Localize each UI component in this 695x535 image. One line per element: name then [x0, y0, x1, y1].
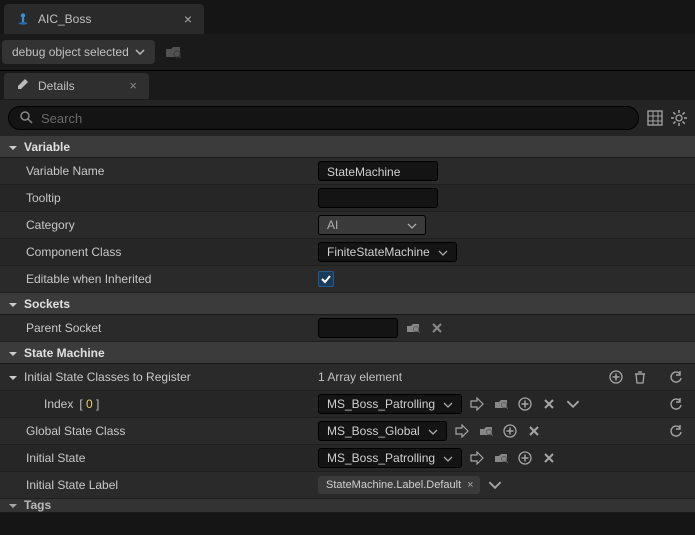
blueprint-icon — [16, 12, 30, 26]
browse-asset-icon[interactable] — [492, 449, 510, 467]
global-state-class-label: Global State Class — [0, 424, 318, 438]
asset-tab-title: AIC_Boss — [38, 12, 91, 26]
create-new-icon[interactable] — [516, 395, 534, 413]
row-parent-socket: Parent Socket — [0, 315, 695, 342]
section-variable[interactable]: Variable — [0, 136, 695, 158]
use-selected-icon[interactable] — [453, 422, 471, 440]
tag-dropdown-icon[interactable] — [486, 476, 504, 494]
editable-inherited-checkbox[interactable] — [318, 271, 334, 287]
element-menu-icon[interactable] — [564, 395, 582, 413]
debug-object-dropdown[interactable]: debug object selected — [2, 40, 155, 64]
variable-name-input[interactable]: StateMachine — [318, 161, 438, 181]
global-state-class-dropdown[interactable]: MS_Boss_Global — [318, 421, 447, 441]
row-initial-state-classes: Initial State Classes to Register 1 Arra… — [0, 364, 695, 391]
component-class-label: Component Class — [0, 245, 318, 259]
editable-inherited-label: Editable when Inherited — [0, 272, 318, 286]
remove-tag-icon[interactable]: × — [467, 479, 473, 491]
initial-state-dropdown[interactable]: MS_Boss_Patrolling — [318, 448, 462, 468]
details-search-input[interactable] — [41, 111, 628, 126]
initial-state-label-label: Initial State Label — [0, 478, 318, 492]
chevron-down-icon — [407, 220, 417, 230]
browse-asset-icon[interactable] — [492, 395, 510, 413]
chevron-down-icon — [438, 247, 448, 257]
tooltip-input[interactable] — [318, 188, 438, 208]
close-tab-icon[interactable]: × — [184, 11, 192, 27]
details-search-box — [8, 106, 639, 130]
initial-state-label: Initial State — [0, 451, 318, 465]
section-statemachine[interactable]: State Machine — [0, 342, 695, 364]
debug-object-label: debug object selected — [12, 45, 129, 59]
create-new-icon[interactable] — [501, 422, 519, 440]
component-class-dropdown[interactable]: FiniteStateMachine — [318, 242, 457, 262]
clear-socket-icon[interactable] — [428, 319, 446, 337]
gameplay-tag-value: StateMachine.Label.Default — [326, 479, 461, 491]
toolbar: debug object selected — [0, 34, 695, 70]
tooltip-label: Tooltip — [0, 191, 318, 205]
browse-icon[interactable] — [165, 44, 181, 60]
section-sockets[interactable]: Sockets — [0, 293, 695, 315]
row-initial-state-label: Initial State Label StateMachine.Label.D… — [0, 472, 695, 499]
row-array-index-0: Index [ 0 ] MS_Boss_Patrolling — [0, 391, 695, 418]
create-new-icon[interactable] — [516, 449, 534, 467]
array-add-icon[interactable] — [607, 368, 625, 386]
parent-socket-label: Parent Socket — [0, 321, 318, 335]
details-search-row — [0, 100, 695, 136]
section-statemachine-label: State Machine — [24, 346, 105, 360]
editor-tab-bar: AIC_Boss × — [0, 0, 695, 34]
browse-asset-icon[interactable] — [477, 422, 495, 440]
property-matrix-icon[interactable] — [647, 110, 663, 126]
row-tooltip: Tooltip — [0, 185, 695, 212]
array-index-0-value: MS_Boss_Patrolling — [327, 397, 435, 411]
array-index-label: Index [ 0 ] — [0, 397, 318, 411]
row-editable-inherited: Editable when Inherited — [0, 266, 695, 293]
initial-state-value: MS_Boss_Patrolling — [327, 451, 435, 465]
chevron-down-icon — [428, 426, 438, 436]
reset-icon[interactable] — [667, 395, 685, 413]
clear-icon[interactable] — [540, 395, 558, 413]
details-tab[interactable]: Details × — [4, 73, 149, 99]
row-global-state-class: Global State Class MS_Boss_Global — [0, 418, 695, 445]
component-class-value: FiniteStateMachine — [327, 245, 430, 259]
clear-icon[interactable] — [525, 422, 543, 440]
reset-icon[interactable] — [667, 422, 685, 440]
reset-icon[interactable] — [667, 368, 685, 386]
array-element-count: 1 Array element — [318, 370, 402, 384]
collapse-icon — [8, 500, 18, 510]
section-variable-label: Variable — [24, 140, 70, 154]
details-pencil-icon — [16, 77, 30, 94]
category-label: Category — [0, 218, 318, 232]
collapse-icon[interactable] — [8, 372, 18, 382]
row-category: Category AI — [0, 212, 695, 239]
variable-name-label: Variable Name — [0, 164, 318, 178]
row-variable-name: Variable Name StateMachine — [0, 158, 695, 185]
collapse-icon — [8, 299, 18, 309]
section-sockets-label: Sockets — [24, 297, 70, 311]
global-state-class-value: MS_Boss_Global — [327, 424, 420, 438]
row-initial-state: Initial State MS_Boss_Patrolling — [0, 445, 695, 472]
details-tab-title: Details — [38, 79, 75, 93]
collapse-icon — [8, 348, 18, 358]
details-tab-bar: Details × — [0, 70, 695, 100]
array-index-0-dropdown[interactable]: MS_Boss_Patrolling — [318, 394, 462, 414]
settings-gear-icon[interactable] — [671, 110, 687, 126]
row-component-class: Component Class FiniteStateMachine — [0, 239, 695, 266]
chevron-down-icon — [443, 399, 453, 409]
collapse-icon — [8, 142, 18, 152]
asset-tab[interactable]: AIC_Boss × — [4, 4, 204, 34]
browse-socket-icon[interactable] — [404, 319, 422, 337]
search-icon — [19, 110, 33, 127]
clear-icon[interactable] — [540, 449, 558, 467]
close-details-icon[interactable]: × — [129, 78, 137, 93]
use-selected-icon[interactable] — [468, 395, 486, 413]
gameplay-tag-pill[interactable]: StateMachine.Label.Default × — [318, 476, 480, 494]
category-dropdown[interactable]: AI — [318, 215, 426, 235]
initial-state-classes-label: Initial State Classes to Register — [0, 370, 318, 384]
section-tags-label: Tags — [24, 499, 51, 512]
use-selected-icon[interactable] — [468, 449, 486, 467]
category-value: AI — [327, 218, 399, 232]
chevron-down-icon — [443, 453, 453, 463]
section-tags[interactable]: Tags — [0, 499, 695, 513]
parent-socket-input[interactable] — [318, 318, 398, 338]
array-clear-icon[interactable] — [631, 368, 649, 386]
